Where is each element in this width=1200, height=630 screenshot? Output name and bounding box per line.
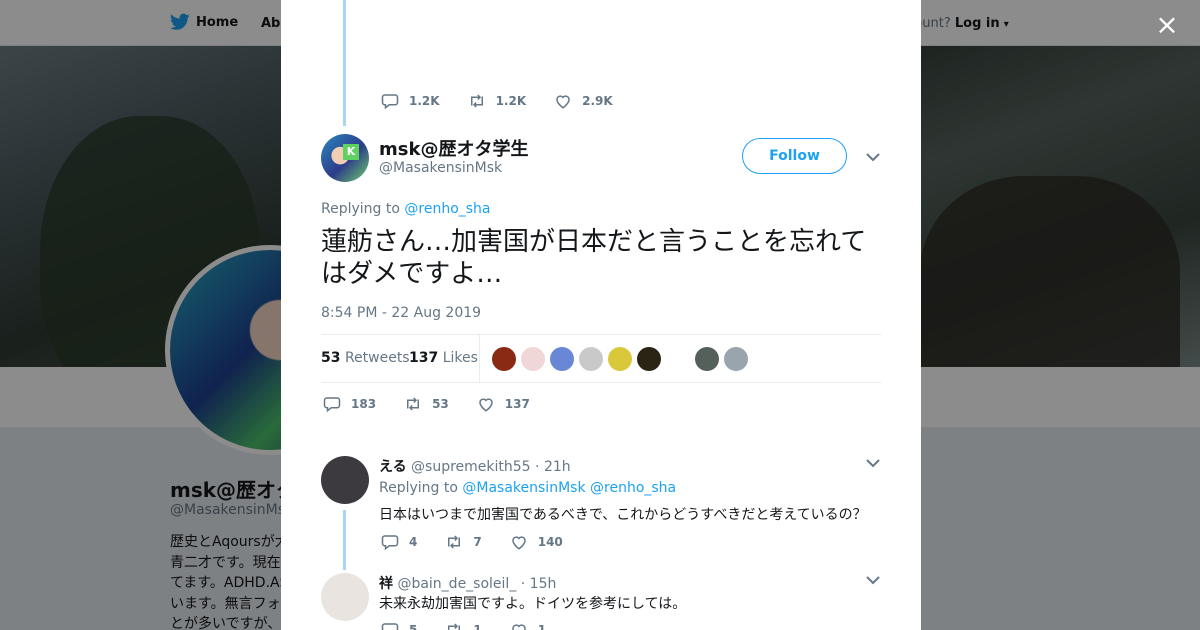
replying-to-link[interactable]: @renho_sha xyxy=(590,480,676,496)
reply-avatar[interactable] xyxy=(321,456,369,504)
tweet-actions: 183 53 137 xyxy=(323,395,558,413)
retweet-count: 7 xyxy=(473,535,482,549)
author-name[interactable]: msk@歴オタ学生 xyxy=(379,135,528,161)
retweet-action[interactable]: 1 xyxy=(445,621,482,630)
chevron-down-icon[interactable] xyxy=(866,152,880,162)
retweets-count: 53 xyxy=(321,350,341,366)
author-handle[interactable]: @MasakensinMsk xyxy=(379,160,502,176)
reply-count: 1.2K xyxy=(409,94,440,108)
reply-tweet[interactable]: える @supremekith55 · 21h Replying to @Mas… xyxy=(321,456,881,570)
liker-avatar[interactable] xyxy=(550,347,574,371)
tweet-header: K msk@歴オタ学生 @MasakensinMsk Follow xyxy=(321,134,881,184)
retweet-count: 53 xyxy=(432,397,449,411)
reply-action[interactable]: 4 xyxy=(381,533,417,551)
retweet-action[interactable]: 1.2K xyxy=(468,92,527,110)
like-action[interactable]: 140 xyxy=(510,533,563,551)
liker-avatar[interactable] xyxy=(724,347,748,371)
tweet-modal: 1.2K 1.2K 2.9K K msk@歴オタ学生 @MasakensinMs… xyxy=(281,0,921,630)
liker-avatar[interactable] xyxy=(492,347,516,371)
close-icon[interactable]: × xyxy=(1154,11,1180,39)
replying-prefix: Replying to xyxy=(321,201,400,217)
stats-divider xyxy=(479,335,480,383)
retweets-label: Retweets xyxy=(344,350,410,366)
reply-author-handle[interactable]: @supremekith55 xyxy=(411,459,531,475)
like-action[interactable]: 1 xyxy=(510,621,546,630)
heart-icon xyxy=(511,536,526,550)
retweet-icon xyxy=(470,94,483,108)
replying-to: Replying to @renho_sha xyxy=(321,201,491,217)
reply-tweet[interactable]: 祥 @bain_de_soleil_ · 15h 未来永劫加害国ですよ。ドイツを… xyxy=(321,573,881,630)
reply-author-name[interactable]: える xyxy=(379,459,407,475)
replying-to-link[interactable]: @MasakensinMsk xyxy=(462,480,585,496)
retweet-icon xyxy=(448,623,461,630)
reply-time[interactable]: · 15h xyxy=(521,576,557,592)
reply-actions: 4 7 140 xyxy=(381,533,591,551)
liker-avatar[interactable] xyxy=(637,347,661,371)
like-count: 140 xyxy=(537,535,563,549)
likes-label: Likes xyxy=(442,350,478,366)
avatar-badge-icon: K xyxy=(343,144,359,160)
reply-text: 未来永劫加害国ですよ。ドイツを参考にしては。 xyxy=(379,596,687,612)
likes-stat[interactable]: 137 Likes xyxy=(409,350,478,366)
like-count: 1 xyxy=(537,623,547,630)
tweet-stats: 53 Retweets 137 Likes xyxy=(321,334,881,383)
heart-icon xyxy=(556,95,570,109)
reply-count: 183 xyxy=(351,397,377,411)
reply-count: 5 xyxy=(409,623,418,630)
reply-time[interactable]: · 21h xyxy=(535,459,571,475)
retweet-icon xyxy=(448,535,461,549)
liker-avatar[interactable] xyxy=(521,347,545,371)
tweet-text: 蓮舫さん…加害国が日本だと言うことを忘れてはダメですよ… xyxy=(321,227,867,289)
like-action[interactable]: 2.9K xyxy=(554,92,613,110)
reply-icon xyxy=(323,397,341,413)
reply-action[interactable]: 1.2K xyxy=(381,92,440,110)
like-count: 137 xyxy=(504,397,530,411)
heart-icon xyxy=(479,398,493,412)
retweet-action[interactable]: 7 xyxy=(445,533,482,551)
retweet-action[interactable]: 53 xyxy=(404,395,449,413)
reply-action[interactable]: 5 xyxy=(381,621,417,630)
reply-header: 祥 @bain_de_soleil_ · 15h xyxy=(379,573,556,593)
follow-button[interactable]: Follow xyxy=(742,138,847,174)
retweets-stat[interactable]: 53 Retweets xyxy=(321,350,410,366)
reply-author-name[interactable]: 祥 xyxy=(379,576,393,592)
reply-icon xyxy=(381,535,399,551)
thread-connector xyxy=(343,0,346,126)
reply-icon xyxy=(381,623,399,630)
reply-actions: 5 1 1 xyxy=(381,621,574,630)
like-count: 2.9K xyxy=(582,94,613,108)
reply-action[interactable]: 183 xyxy=(323,395,376,413)
retweet-count: 1.2K xyxy=(495,94,527,108)
heart-icon xyxy=(511,624,526,630)
previous-tweet-actions: 1.2K 1.2K 2.9K xyxy=(381,92,641,110)
likes-count: 137 xyxy=(409,350,439,366)
reply-thread-line xyxy=(343,510,346,570)
liker-avatar[interactable] xyxy=(608,347,632,371)
reply-count: 4 xyxy=(409,535,418,549)
reply-icon xyxy=(381,94,399,110)
retweet-count: 1 xyxy=(473,623,482,630)
liker-avatar[interactable] xyxy=(695,347,719,371)
liker-avatar[interactable] xyxy=(579,347,603,371)
replying-to-link[interactable]: @renho_sha xyxy=(404,201,490,217)
reply-replying-to: Replying to @MasakensinMsk @renho_sha xyxy=(379,480,676,496)
chevron-down-icon[interactable] xyxy=(866,458,880,468)
tweet-timestamp[interactable]: 8:54 PM - 22 Aug 2019 xyxy=(321,305,481,321)
like-action[interactable]: 137 xyxy=(477,395,530,413)
reply-header: える @supremekith55 · 21h xyxy=(379,456,571,476)
reply-author-handle[interactable]: @bain_de_soleil_ xyxy=(397,576,516,592)
reply-avatar[interactable] xyxy=(321,573,369,621)
chevron-down-icon[interactable] xyxy=(866,575,880,585)
author-avatar[interactable]: K xyxy=(321,134,369,182)
replying-prefix: Replying to xyxy=(379,480,458,496)
reply-text: 日本はいつまで加害国であるべきで、これからどうすべきだと考えているの？ xyxy=(379,507,867,523)
retweet-icon xyxy=(407,397,420,411)
